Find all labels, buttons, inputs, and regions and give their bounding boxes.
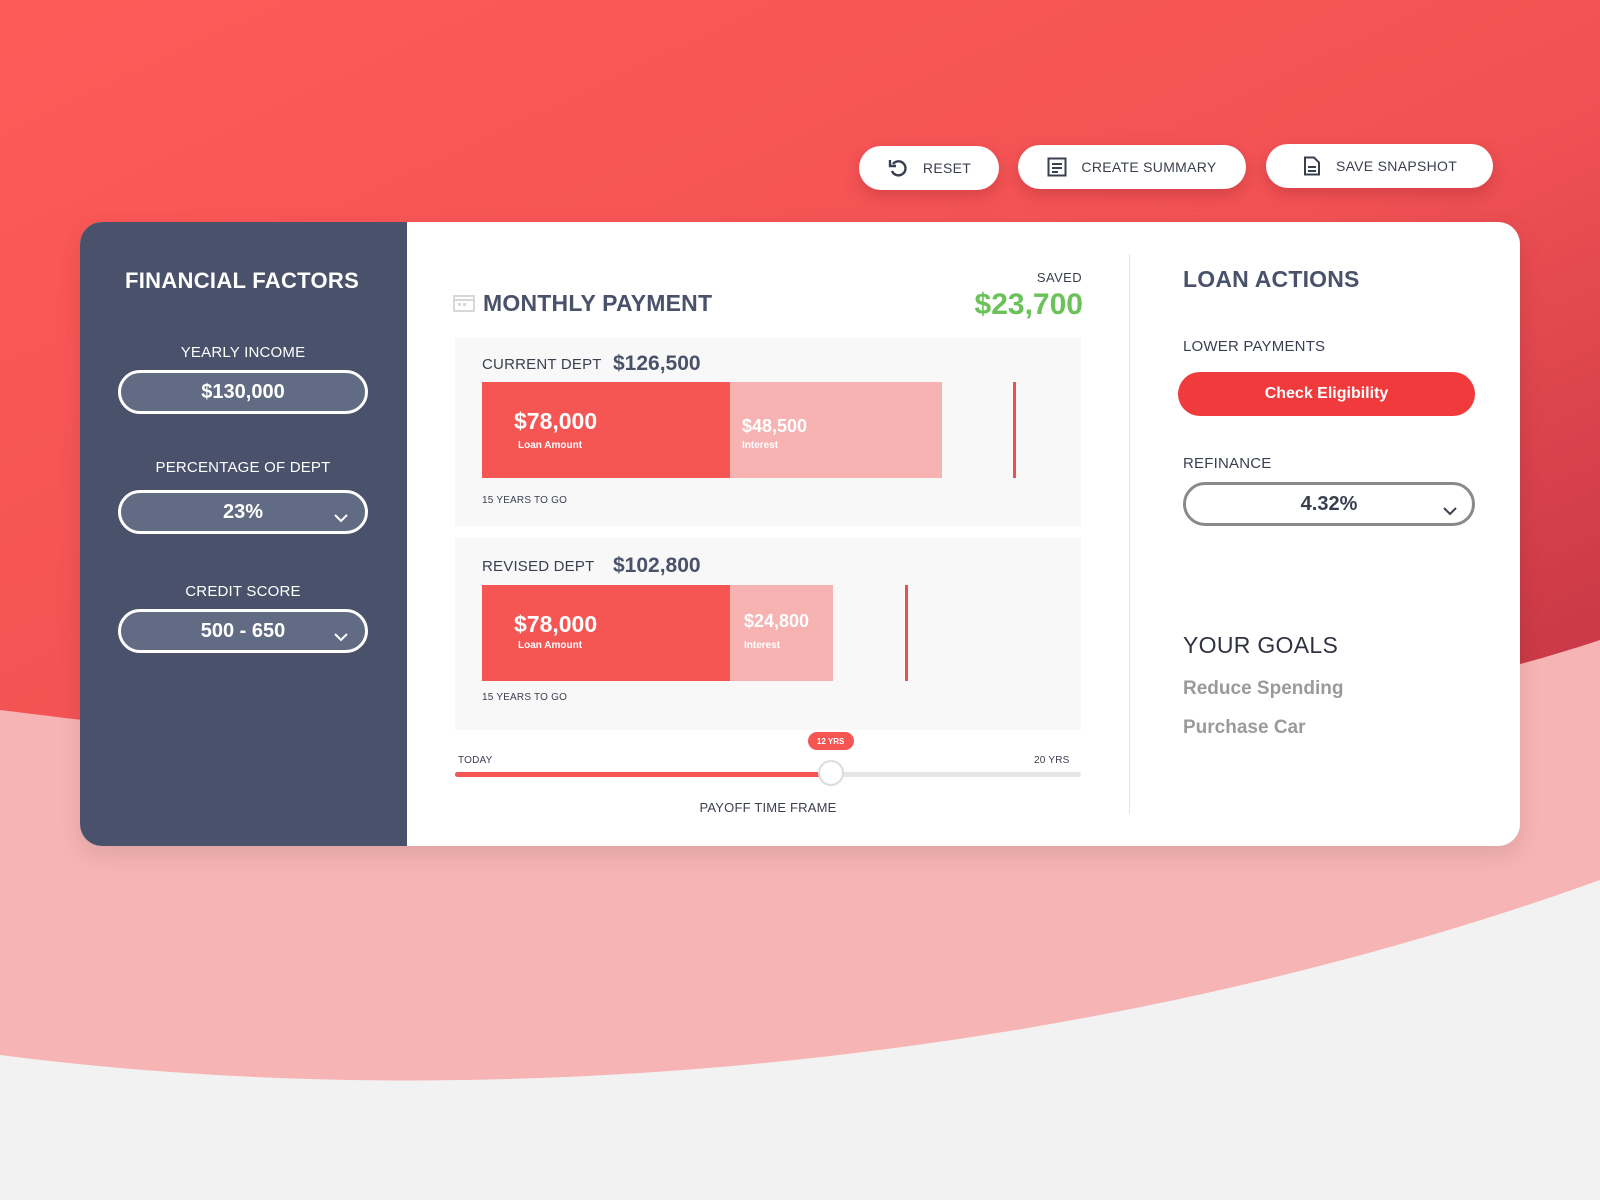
loan-amount-label: Loan Amount — [518, 640, 583, 651]
loan-amount-label: Loan Amount — [518, 440, 583, 451]
credit-score-label: CREDIT SCORE — [185, 583, 301, 600]
reset-button[interactable]: RESET — [859, 146, 999, 190]
slider-end-label: 20 YRS — [1034, 755, 1070, 766]
save-snapshot-label: SAVE SNAPSHOT — [1335, 158, 1458, 174]
refinance-select[interactable]: 4.32% — [1183, 482, 1475, 526]
loan-amount-bar: $78,000 Loan Amount — [482, 585, 730, 681]
revised-dept-box: REVISED DEPT $102,800 $78,000 Loan Amoun… — [455, 538, 1081, 730]
percentage-of-dept-select[interactable]: 23% — [118, 490, 368, 534]
save-snapshot-button[interactable]: SAVE SNAPSHOT — [1266, 144, 1493, 188]
file-icon — [1302, 156, 1322, 176]
interest-label: Interest — [742, 440, 779, 451]
loan-amount-bar: $78,000 Loan Amount — [482, 382, 730, 478]
divider — [1129, 254, 1130, 814]
interest-label: Interest — [744, 640, 781, 651]
your-goals-title: YOUR GOALS — [1183, 632, 1339, 658]
chevron-down-icon — [333, 625, 349, 648]
years-to-go: 15 YEARS TO GO — [482, 692, 568, 703]
financial-factors-title: FINANCIAL FACTORS — [125, 268, 360, 293]
interest-bar: $48,500 Interest — [730, 382, 942, 478]
chevron-down-icon — [333, 506, 349, 529]
undo-icon — [887, 157, 909, 179]
yearly-income-value: $130,000 — [201, 380, 285, 403]
target-marker — [1013, 382, 1016, 478]
interest-value: $48,500 — [742, 416, 808, 436]
reset-label: RESET — [922, 160, 972, 176]
chevron-down-icon — [1442, 499, 1458, 522]
goal-item[interactable]: Reduce Spending — [1183, 678, 1343, 700]
payoff-slider[interactable]: 12 YRS — [455, 732, 1081, 786]
slider-fill — [455, 772, 831, 777]
goal-item[interactable]: Purchase Car — [1183, 717, 1306, 739]
yearly-income-label: YEARLY INCOME — [180, 344, 306, 361]
slider-handle[interactable] — [817, 760, 844, 786]
current-dept-label: CURRENT DEPT — [482, 356, 602, 373]
loan-amount-value: $78,000 — [514, 408, 598, 434]
interest-value: $24,800 — [744, 611, 810, 631]
refinance-label: REFINANCE — [1183, 455, 1272, 472]
slider-value-tooltip: 12 YRS — [807, 732, 854, 750]
yearly-income-input[interactable]: $130,000 — [118, 370, 368, 414]
create-summary-label: CREATE SUMMARY — [1081, 159, 1217, 175]
refinance-value: 4.32% — [1300, 492, 1358, 515]
lower-payments-label: LOWER PAYMENTS — [1183, 338, 1326, 355]
monthly-payment-title: MONTHLY PAYMENT — [483, 290, 713, 316]
loan-amount-value: $78,000 — [514, 611, 598, 637]
credit-score-select[interactable]: 500 - 650 — [118, 609, 368, 653]
slider-start-label: TODAY — [458, 755, 493, 766]
years-to-go: 15 YEARS TO GO — [482, 495, 568, 506]
loan-calculator-card: FINANCIAL FACTORS YEARLY INCOME $130,000… — [80, 222, 1520, 846]
saved-value: $23,700 — [974, 288, 1083, 321]
check-eligibility-button[interactable]: Check Eligibility — [1178, 372, 1475, 416]
document-icon — [1047, 157, 1067, 177]
revised-dept-label: REVISED DEPT — [482, 558, 595, 575]
current-dept-box: CURRENT DEPT $126,500 $78,000 Loan Amoun… — [455, 338, 1081, 526]
credit-score-value: 500 - 650 — [200, 619, 286, 642]
current-dept-amount: $126,500 — [613, 352, 701, 375]
financial-factors-panel: FINANCIAL FACTORS YEARLY INCOME $130,000… — [80, 222, 407, 846]
saved-label: SAVED — [1036, 270, 1082, 285]
payoff-time-frame-label: PAYOFF TIME FRAME — [699, 800, 837, 815]
calendar-icon — [453, 294, 475, 317]
create-summary-button[interactable]: CREATE SUMMARY — [1018, 145, 1246, 189]
revised-dept-amount: $102,800 — [613, 554, 701, 577]
target-marker — [905, 585, 908, 681]
interest-bar: $24,800 Interest — [730, 585, 833, 681]
loan-actions-title: LOAN ACTIONS — [1183, 266, 1360, 292]
percentage-of-dept-value: 23% — [222, 500, 264, 523]
percentage-of-dept-label: PERCENTAGE OF DEPT — [155, 459, 331, 476]
